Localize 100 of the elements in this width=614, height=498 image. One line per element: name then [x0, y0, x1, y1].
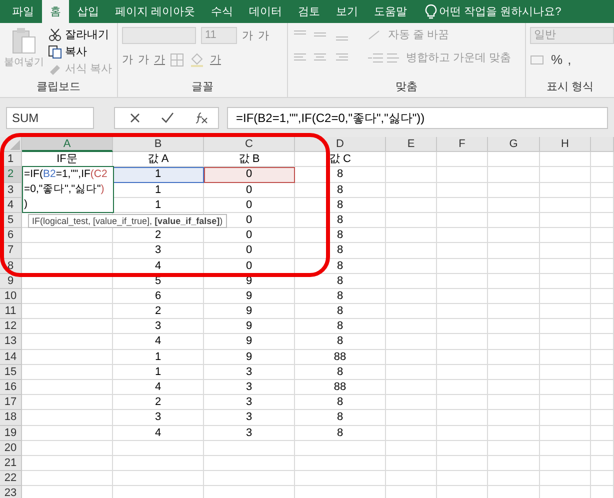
table-cell: 1 [113, 364, 204, 380]
shrink-font-button[interactable]: 가 [258, 28, 269, 43]
table-cell: 1 [113, 350, 204, 365]
column-header[interactable]: C [204, 137, 295, 152]
table-cell: 3 [113, 243, 204, 258]
cut-button[interactable]: 잘라내기 [48, 27, 112, 42]
table-cell: 8 [295, 182, 386, 198]
table-cell: 값 B [204, 152, 295, 168]
row-header[interactable]: 17 [0, 395, 22, 410]
table-cell: 8 [295, 258, 386, 274]
grow-font-button[interactable]: 가 [242, 28, 253, 43]
name-box[interactable]: SUM [6, 106, 94, 128]
row-header[interactable]: 15 [0, 364, 22, 380]
table-cell: 0 [204, 167, 295, 183]
table-cell: 4 [113, 426, 204, 441]
table-cell: 9 [204, 334, 295, 350]
table-cell: 0 [204, 182, 295, 198]
table-cell: 88 [295, 380, 386, 396]
font-style-button[interactable]: 가 [122, 52, 133, 67]
row-header[interactable]: 10 [0, 288, 22, 304]
table-cell: 0 [204, 243, 295, 258]
table-cell: 8 [295, 288, 386, 304]
table-cell: 88 [295, 350, 386, 365]
row-header[interactable]: 14 [0, 350, 22, 365]
ribbon-tab[interactable]: 보기 [328, 0, 366, 23]
table-cell: 1 [113, 182, 204, 198]
ribbon-tab[interactable]: 홈 [42, 0, 69, 23]
formula-field[interactable]: =IF(B2=1,"",IF(C2=0,"좋다","싫다")) [227, 106, 608, 128]
row-header[interactable]: 23 [0, 486, 22, 498]
row-header[interactable]: 11 [0, 304, 22, 320]
column-header[interactable]: A [22, 137, 113, 152]
table-cell: 8 [295, 243, 386, 258]
ribbon-tab[interactable]: 파일 [4, 0, 42, 23]
row-header[interactable]: 18 [0, 410, 22, 426]
table-cell: 3 [204, 426, 295, 441]
table-cell: 1 [113, 198, 204, 213]
row-header[interactable]: 22 [0, 471, 22, 486]
column-header[interactable]: B [113, 137, 204, 152]
table-cell: 9 [204, 319, 295, 334]
table-cell: 값 A [113, 152, 204, 168]
table-cell: 8 [295, 334, 386, 350]
table-cell: 3 [113, 319, 204, 334]
column-header[interactable]: E [386, 137, 437, 152]
tell-me-field[interactable]: 어떤 작업을 원하시나요? [437, 0, 592, 23]
font-style-button[interactable]: 가 [154, 52, 165, 67]
table-cell: 1 [113, 167, 204, 183]
group-label: 맞춤 [394, 80, 418, 95]
table-cell: 0 [204, 258, 295, 274]
table-cell: 2 [113, 395, 204, 410]
row-header[interactable]: 13 [0, 334, 22, 350]
font-color-button[interactable]: 가 [210, 52, 221, 67]
font-style-button[interactable]: 가 [138, 52, 149, 67]
table-cell: 0 [204, 198, 295, 213]
ribbon-tab[interactable]: 데이터 [241, 0, 290, 23]
row-header[interactable]: 20 [0, 440, 22, 456]
ribbon-tab[interactable]: 도움말 [366, 0, 416, 23]
percent-button[interactable]: % [551, 52, 563, 67]
table-cell: 8 [295, 228, 386, 244]
table-cell: 8 [295, 304, 386, 320]
table-cell: 3 [204, 364, 295, 380]
column-header[interactable]: D [295, 137, 386, 152]
table-cell: 3 [204, 380, 295, 396]
ribbon-tab[interactable]: 수식 [203, 0, 242, 23]
table-cell: 4 [113, 258, 204, 274]
ribbon-tab[interactable]: 검토 [290, 0, 328, 23]
table-cell: 8 [295, 426, 386, 441]
ribbon-tab[interactable]: 페이지 레이아웃 [107, 0, 204, 23]
table-cell: 3 [204, 395, 295, 410]
table-cell: 3 [204, 410, 295, 426]
function-tooltip: IF(logical_test, [value_if_true], [value_if_false]) [28, 214, 227, 228]
table-cell: 8 [295, 364, 386, 380]
row-header[interactable]: 16 [0, 380, 22, 396]
table-cell: 8 [295, 198, 386, 213]
row-header[interactable]: 12 [0, 319, 22, 334]
table-cell: 8 [295, 319, 386, 334]
row-header[interactable]: 21 [0, 456, 22, 472]
table-cell: 4 [113, 334, 204, 350]
table-cell: 값 C [295, 152, 386, 168]
group-label: 표시 형식 [545, 80, 595, 95]
column-header[interactable]: H [540, 137, 591, 152]
row-header[interactable]: 19 [0, 426, 22, 441]
table-cell: 2 [113, 304, 204, 320]
cell-editor[interactable]: =IF(B2=1,"",IF(C2 =0,"좋다","싫다") ) [22, 166, 114, 213]
table-cell: 9 [204, 304, 295, 320]
table-cell: 6 [113, 288, 204, 304]
column-header[interactable]: G [488, 137, 540, 152]
table-cell: 8 [295, 212, 386, 228]
group-label: 클립보드 [36, 80, 82, 95]
table-cell: 8 [295, 395, 386, 410]
table-cell: 4 [113, 380, 204, 396]
table-cell: 9 [204, 350, 295, 365]
table-cell: 8 [295, 274, 386, 289]
comma-button[interactable]: , [568, 52, 572, 67]
copy-button[interactable]: 복사 [48, 44, 112, 59]
table-cell: 3 [113, 410, 204, 426]
ribbon-tab[interactable]: 삽입 [69, 0, 107, 23]
group-label: 글꼴 [190, 80, 214, 95]
column-header[interactable]: F [437, 137, 488, 152]
table-cell: 8 [295, 410, 386, 426]
table-cell: 8 [295, 167, 386, 183]
